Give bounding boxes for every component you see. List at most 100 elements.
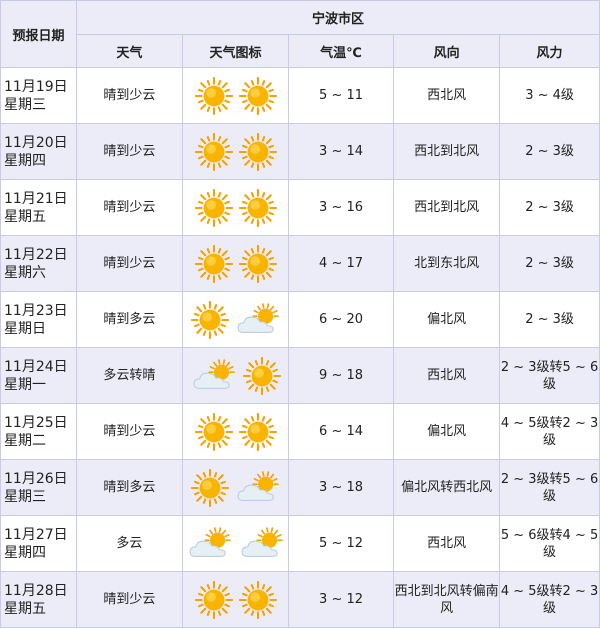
temp-cell: 3 ~ 18 [288,459,395,516]
temp-cell: 6 ~ 14 [288,403,395,460]
weather-cell: 多云 [75,515,183,572]
table-row: 11月25日 星期二 晴到少云 6 ~ 14 偏北风 4 ~ 5级转2 ~ 3级 [0,403,600,460]
wind-power-cell: 4 ~ 5级转2 ~ 3级 [499,403,600,460]
date-cell: 11月25日 星期二 [0,403,77,460]
sun-icon [192,132,236,171]
wind-dir-cell: 西北到北风 [393,123,501,180]
table-row: 11月22日 星期六 晴到少云 4 ~ 17 北到东北风 2 ~ 3级 [0,235,600,292]
wind-dir-cell: 偏北风 [393,403,501,460]
weekday-text: 星期五 [4,208,46,225]
wind-dir-cell: 北到东北风 [393,235,501,292]
sun-icon [188,468,232,507]
date-text: 11月22日 [4,246,68,263]
weekday-text: 星期日 [4,320,46,337]
weekday-text: 星期三 [4,488,46,505]
date-text: 11月23日 [4,302,68,319]
wind-power-cell: 2 ~ 3级 [499,179,600,236]
weather-icons-cell [181,515,290,572]
temp-cell: 5 ~ 11 [288,67,395,124]
sun-icon [192,412,236,451]
weather-icons-cell [181,347,290,404]
weather-cell: 晴到少云 [75,403,183,460]
date-text: 11月28日 [4,582,68,599]
weather-cell: 晴到少云 [75,123,183,180]
cloud-sun-icon [232,302,284,333]
wind-power-cell: 2 ~ 3级 [499,291,600,348]
wind-dir-cell: 西北风 [393,67,501,124]
weather-icons-cell [181,291,290,348]
weather-icons-cell [181,123,290,180]
wind-power-cell: 2 ~ 3级转5 ~ 6级 [499,347,600,404]
weekday-text: 星期四 [4,152,46,169]
sun-icon [236,76,280,115]
date-text: 11月26日 [4,470,68,487]
cloud-sun-icon [188,358,240,389]
temp-cell: 3 ~ 12 [288,571,395,628]
weather-icons-cell [181,67,290,124]
wind-power-cell: 3 ~ 4级 [499,67,600,124]
wind-dir-cell: 西北到北风转偏南风 [393,571,501,628]
temp-cell: 3 ~ 14 [288,123,395,180]
wind-power-cell: 2 ~ 3级 [499,235,600,292]
weather-header: 天气 [75,34,183,68]
wind-power-cell: 5 ~ 6级转4 ~ 5级 [499,515,600,572]
wind-dir-cell: 西北风 [393,347,501,404]
weather-icons-cell [181,571,290,628]
sun-icon [236,132,280,171]
date-text: 11月21日 [4,190,68,207]
table-row: 11月23日 星期日 晴到多云 6 ~ 20 偏北风 2 ~ 3级 [0,291,600,348]
wind-power-cell: 2 ~ 3级 [499,123,600,180]
date-text: 11月19日 [4,78,68,95]
table-row: 11月24日 星期一 多云转晴 9 ~ 18 西北风 2 ~ 3级转5 ~ 6级 [0,347,600,404]
date-cell: 11月21日 星期五 [0,179,77,236]
temp-cell: 4 ~ 17 [288,235,395,292]
sun-icon [236,412,280,451]
sun-icon [236,244,280,283]
weekday-text: 星期一 [4,376,46,393]
wind-power-cell: 2 ~ 3级转5 ~ 6级 [499,459,600,516]
sun-icon [236,580,280,619]
temp-header: 气温℃ [288,34,395,68]
wind-dir-cell: 西北风 [393,515,501,572]
wind-dir-cell: 西北到北风 [393,179,501,236]
wind-dir-cell: 偏北风 [393,291,501,348]
region-header: 宁波市区 [75,0,600,35]
sun-icon [236,188,280,227]
wind-power-cell: 4 ~ 5级转2 ~ 3级 [499,571,600,628]
date-cell: 11月22日 星期六 [0,235,77,292]
date-cell: 11月20日 星期四 [0,123,77,180]
wind-dir-cell: 偏北风转西北风 [393,459,501,516]
weather-icons-cell [181,459,290,516]
sun-icon [188,300,232,339]
weather-cell: 晴到少云 [75,235,183,292]
weekday-text: 星期五 [4,600,46,617]
date-text: 11月27日 [4,526,68,543]
weather-cell: 晴到少云 [75,67,183,124]
date-text: 11月24日 [4,358,68,375]
sun-icon [192,580,236,619]
cloud-sun-icon [232,470,284,501]
date-cell: 11月26日 星期三 [0,459,77,516]
table-row: 11月27日 星期四 多云 5 ~ 12 西北风 5 ~ 6级转4 ~ 5级 [0,515,600,572]
sun-icon [240,356,284,395]
weather-icons-cell [181,235,290,292]
date-cell: 11月28日 星期五 [0,571,77,628]
weather-icons-cell [181,179,290,236]
weather-cell: 晴到多云 [75,459,183,516]
date-text: 11月20日 [4,134,68,151]
table-row: 11月19日 星期三 晴到少云 5 ~ 11 西北风 3 ~ 4级 [0,67,600,124]
weekday-text: 星期二 [4,432,46,449]
weekday-text: 星期四 [4,544,46,561]
date-cell: 11月24日 星期一 [0,347,77,404]
table-row: 11月21日 星期五 晴到少云 3 ~ 16 西北到北风 2 ~ 3级 [0,179,600,236]
weather-cell: 晴到多云 [75,291,183,348]
cloud-sun-icon [184,526,236,557]
table-row: 11月26日 星期三 晴到多云 3 ~ 18 偏北风转西北风 2 ~ 3级转5 ~ 6级 [0,459,600,516]
sun-icon [192,244,236,283]
icon-header: 天气图标 [181,34,290,68]
weather-cell: 晴到少云 [75,179,183,236]
temp-cell: 5 ~ 12 [288,515,395,572]
sun-icon [192,76,236,115]
date-text: 11月25日 [4,414,68,431]
weekday-text: 星期六 [4,264,46,281]
